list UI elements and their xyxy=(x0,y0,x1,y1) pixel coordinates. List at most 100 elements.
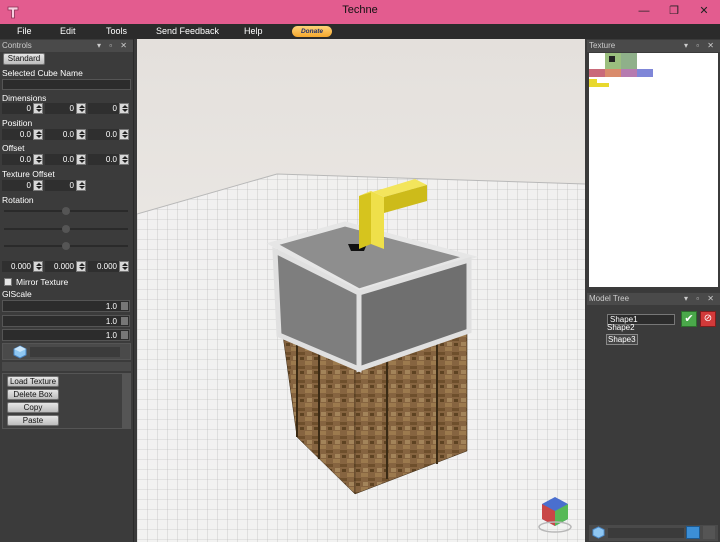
divider-strip xyxy=(2,362,131,371)
position-x-spinner[interactable] xyxy=(33,129,43,140)
standard-button[interactable]: Standard xyxy=(3,53,45,65)
copy-button[interactable]: Copy xyxy=(7,402,59,413)
tree-item-shape3[interactable]: Shape3 xyxy=(606,334,638,345)
rotation-x-field[interactable]: 0.000 xyxy=(2,261,33,272)
offset-x-spinner[interactable] xyxy=(33,154,43,165)
minimize-button[interactable]: — xyxy=(630,0,658,24)
rotation-y-field[interactable]: 0.000 xyxy=(45,261,76,272)
model-tree-scroll-icon[interactable] xyxy=(703,526,715,539)
load-texture-button[interactable]: Load Texture xyxy=(7,376,59,387)
glscale-z-value: 1.0 xyxy=(105,331,117,340)
controls-header: Controls ▾ ▫ ✕ xyxy=(0,40,133,52)
position-z-field[interactable]: 0.0 xyxy=(88,129,119,140)
rotation-z-field[interactable]: 0.000 xyxy=(88,261,119,272)
cube-small-icon[interactable] xyxy=(592,526,605,539)
offset-y-field[interactable]: 0.0 xyxy=(45,154,76,165)
rotation-y-thumb[interactable] xyxy=(62,225,70,233)
title-bar: Techne — ❐ ✕ xyxy=(0,0,720,24)
dimensions-label: Dimensions xyxy=(2,93,47,103)
dimension-z-field[interactable]: 0 xyxy=(88,103,119,114)
confirm-check-icon[interactable]: ✔ xyxy=(681,311,697,327)
model-tree-toolbar xyxy=(589,525,718,541)
rotation-x-slider[interactable] xyxy=(4,207,128,215)
position-z-spinner[interactable] xyxy=(119,129,129,140)
dimension-x-spinner[interactable] xyxy=(33,103,43,114)
texture-map xyxy=(589,53,653,87)
model-tree-panel: Model Tree ▾ ▫ ✕ Shape1 ✔ ⊘ Shape2 Shape… xyxy=(587,292,720,542)
texture-offset-label: Texture Offset xyxy=(2,169,55,179)
texture-offset-y-field[interactable]: 0 xyxy=(45,180,76,191)
rotation-z-slider[interactable] xyxy=(4,242,128,250)
offset-z-spinner[interactable] xyxy=(119,154,129,165)
panel-header-buttons[interactable]: ▾ ▫ ✕ xyxy=(97,40,130,52)
model-toolbar-track xyxy=(608,528,684,538)
glscale-y-field[interactable]: 1.0 xyxy=(2,315,130,327)
position-y-spinner[interactable] xyxy=(76,129,86,140)
donate-button[interactable]: Donate xyxy=(292,26,332,37)
glscale-z-spinner[interactable] xyxy=(121,331,128,339)
menu-tools[interactable]: Tools xyxy=(106,26,127,36)
cancel-icon[interactable]: ⊘ xyxy=(700,311,716,327)
restore-button[interactable]: ❐ xyxy=(660,0,688,24)
glscale-x-value: 1.0 xyxy=(105,302,117,311)
position-y-field[interactable]: 0.0 xyxy=(45,129,76,140)
glscale-x-spinner[interactable] xyxy=(121,302,128,310)
model-tree-header-buttons[interactable]: ▾ ▫ ✕ xyxy=(684,293,717,305)
texture-canvas[interactable] xyxy=(589,53,718,287)
glscale-z-field[interactable]: 1.0 xyxy=(2,329,130,341)
close-button[interactable]: ✕ xyxy=(690,0,718,24)
controls-panel: Controls ▾ ▫ ✕ Standard Selected Cube Na… xyxy=(0,39,134,542)
texture-offset-y-spinner[interactable] xyxy=(76,180,86,191)
glscale-label: GlScale xyxy=(2,289,32,299)
3d-viewport[interactable] xyxy=(137,39,585,542)
rotation-y-slider[interactable] xyxy=(4,225,128,233)
glscale-y-value: 1.0 xyxy=(105,317,117,326)
blue-folder-icon[interactable] xyxy=(686,526,700,539)
model-tree-header: Model Tree ▾ ▫ ✕ xyxy=(587,293,720,305)
controls-header-label: Controls xyxy=(2,41,32,50)
mirror-texture-label: Mirror Texture xyxy=(16,277,69,287)
toolbar-track xyxy=(30,347,120,357)
action-list-scrollbar[interactable] xyxy=(122,374,130,428)
rotation-y-spinner[interactable] xyxy=(76,261,86,272)
texture-panel: Texture ▾ ▫ ✕ xyxy=(587,39,720,289)
mirror-texture-checkbox[interactable] xyxy=(4,278,12,286)
offset-z-field[interactable]: 0.0 xyxy=(88,154,119,165)
cube-icon[interactable] xyxy=(13,345,27,359)
texture-offset-x-field[interactable]: 0 xyxy=(2,180,33,191)
model-tree: Shape1 ✔ ⊘ Shape2 Shape3 xyxy=(589,306,718,524)
action-list: Load Texture Delete Box Copy Paste xyxy=(2,373,131,429)
texture-header-buttons[interactable]: ▾ ▫ ✕ xyxy=(684,40,717,52)
texture-offset-x-spinner[interactable] xyxy=(33,180,43,191)
rotation-x-thumb[interactable] xyxy=(62,207,70,215)
rotation-z-thumb[interactable] xyxy=(62,242,70,250)
texture-header-label: Texture xyxy=(589,41,616,50)
selected-cube-name-label: Selected Cube Name xyxy=(2,68,83,78)
glscale-y-spinner[interactable] xyxy=(121,317,128,325)
menu-file[interactable]: File xyxy=(17,26,32,36)
position-label: Position xyxy=(2,118,33,128)
rotation-label: Rotation xyxy=(2,195,34,205)
scene-render xyxy=(137,39,585,542)
glscale-x-field[interactable]: 1.0 xyxy=(2,300,130,312)
menu-help[interactable]: Help xyxy=(244,26,263,36)
offset-x-field[interactable]: 0.0 xyxy=(2,154,33,165)
dimension-y-spinner[interactable] xyxy=(76,103,86,114)
shape-toolbar xyxy=(2,343,131,360)
dimension-x-field[interactable]: 0 xyxy=(2,103,33,114)
offset-y-spinner[interactable] xyxy=(76,154,86,165)
position-x-field[interactable]: 0.0 xyxy=(2,129,33,140)
delete-box-button[interactable]: Delete Box xyxy=(7,389,59,400)
selected-cube-name-input[interactable] xyxy=(2,79,131,90)
rotation-z-spinner[interactable] xyxy=(119,261,129,272)
paste-button[interactable]: Paste xyxy=(7,415,59,426)
dimension-y-field[interactable]: 0 xyxy=(45,103,76,114)
rotation-x-spinner[interactable] xyxy=(33,261,43,272)
window-title: Techne xyxy=(342,4,378,16)
offset-label: Offset xyxy=(2,143,25,153)
tree-item-shape2[interactable]: Shape2 xyxy=(607,323,635,332)
menu-send-feedback[interactable]: Send Feedback xyxy=(156,26,219,36)
menu-edit[interactable]: Edit xyxy=(60,26,76,36)
dimension-z-spinner[interactable] xyxy=(119,103,129,114)
texture-header: Texture ▾ ▫ ✕ xyxy=(587,40,720,52)
